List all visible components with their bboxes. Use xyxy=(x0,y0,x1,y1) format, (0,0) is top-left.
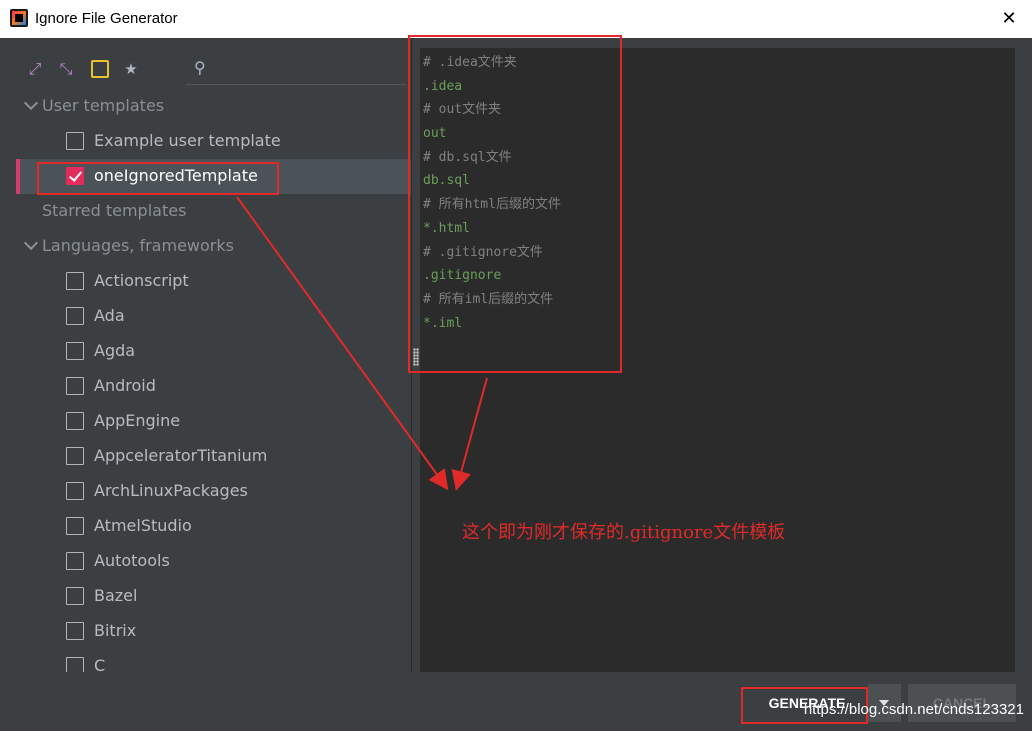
checkbox[interactable] xyxy=(66,517,84,535)
tree-item-language[interactable]: AppceleratorTitanium xyxy=(16,439,411,474)
watermark-text: https://blog.csdn.net/cnds123321 xyxy=(803,701,1024,718)
collapse-all-icon[interactable]: ⤡ xyxy=(57,60,75,78)
toggle-square-icon[interactable] xyxy=(91,60,109,78)
item-label: C xyxy=(94,656,106,672)
tree-item-language[interactable]: C xyxy=(16,649,411,672)
tree-item-language[interactable]: AtmelStudio xyxy=(16,509,411,544)
tree-item-language[interactable]: Android xyxy=(16,369,411,404)
checkbox[interactable] xyxy=(66,412,84,430)
tree-item-language[interactable]: ArchLinuxPackages xyxy=(16,474,411,509)
group-user-templates[interactable]: User templates xyxy=(16,89,411,124)
checkbox[interactable] xyxy=(66,132,84,150)
template-panel: ⤢ ⤡ ★ ⚲ User templates Example user temp… xyxy=(16,38,411,672)
item-label: AppEngine xyxy=(94,411,181,430)
group-starred-templates[interactable]: Starred templates xyxy=(16,194,411,229)
checkbox[interactable] xyxy=(66,447,84,465)
annotation-caption: 这个即为刚才保存的.gitignore文件模板 xyxy=(462,522,786,543)
checkbox[interactable] xyxy=(66,377,84,395)
checkbox[interactable] xyxy=(66,622,84,640)
checkbox[interactable] xyxy=(66,342,84,360)
checkbox[interactable] xyxy=(66,587,84,605)
annotation-highlight-content xyxy=(408,35,622,373)
tree-item-language[interactable]: Actionscript xyxy=(16,264,411,299)
search-input[interactable] xyxy=(218,58,402,80)
checkbox[interactable] xyxy=(66,482,84,500)
item-label: AtmelStudio xyxy=(94,516,192,535)
item-label: Ada xyxy=(94,306,125,325)
star-icon[interactable]: ★ xyxy=(122,60,140,78)
item-label: Bazel xyxy=(94,586,138,605)
annotation-highlight-template xyxy=(37,162,279,195)
item-label: Example user template xyxy=(94,131,281,150)
group-languages-frameworks[interactable]: Languages, frameworks xyxy=(16,229,411,264)
item-label: Autotools xyxy=(94,551,170,570)
item-label: AppceleratorTitanium xyxy=(94,446,268,465)
search-icon: ⚲ xyxy=(194,58,206,77)
tree-item-language[interactable]: Bazel xyxy=(16,579,411,614)
close-button[interactable]: ✕ xyxy=(986,0,1032,38)
title-bar: Ignore File Generator ✕ xyxy=(0,0,1032,38)
tree-item-language[interactable]: Bitrix xyxy=(16,614,411,649)
checkbox[interactable] xyxy=(66,272,84,290)
window-title: Ignore File Generator xyxy=(35,10,178,27)
search-box: ⚲ xyxy=(186,54,406,85)
tree-item-language[interactable]: Ada xyxy=(16,299,411,334)
item-label: Bitrix xyxy=(94,621,137,640)
item-label: Agda xyxy=(94,341,136,360)
checkbox[interactable] xyxy=(66,657,84,672)
item-label: Actionscript xyxy=(94,271,189,290)
template-toolbar: ⤢ ⤡ ★ ⚲ xyxy=(16,38,411,88)
tree-item-language[interactable]: Agda xyxy=(16,334,411,369)
item-label: Android xyxy=(94,376,156,395)
chevron-down-icon xyxy=(23,95,39,111)
tree-item-example-user-template[interactable]: Example user template xyxy=(16,124,411,159)
checkbox[interactable] xyxy=(66,552,84,570)
selection-accent xyxy=(16,159,20,194)
chevron-down-icon xyxy=(23,235,39,251)
group-label: User templates xyxy=(42,96,165,115)
item-label: ArchLinuxPackages xyxy=(94,481,248,500)
group-label: Languages, frameworks xyxy=(42,236,234,255)
group-label: Starred templates xyxy=(42,201,187,220)
checkbox[interactable] xyxy=(66,307,84,325)
tree-item-language[interactable]: AppEngine xyxy=(16,404,411,439)
expand-all-icon[interactable]: ⤢ xyxy=(26,60,44,78)
tree-item-language[interactable]: Autotools xyxy=(16,544,411,579)
intellij-app-icon xyxy=(10,9,28,27)
